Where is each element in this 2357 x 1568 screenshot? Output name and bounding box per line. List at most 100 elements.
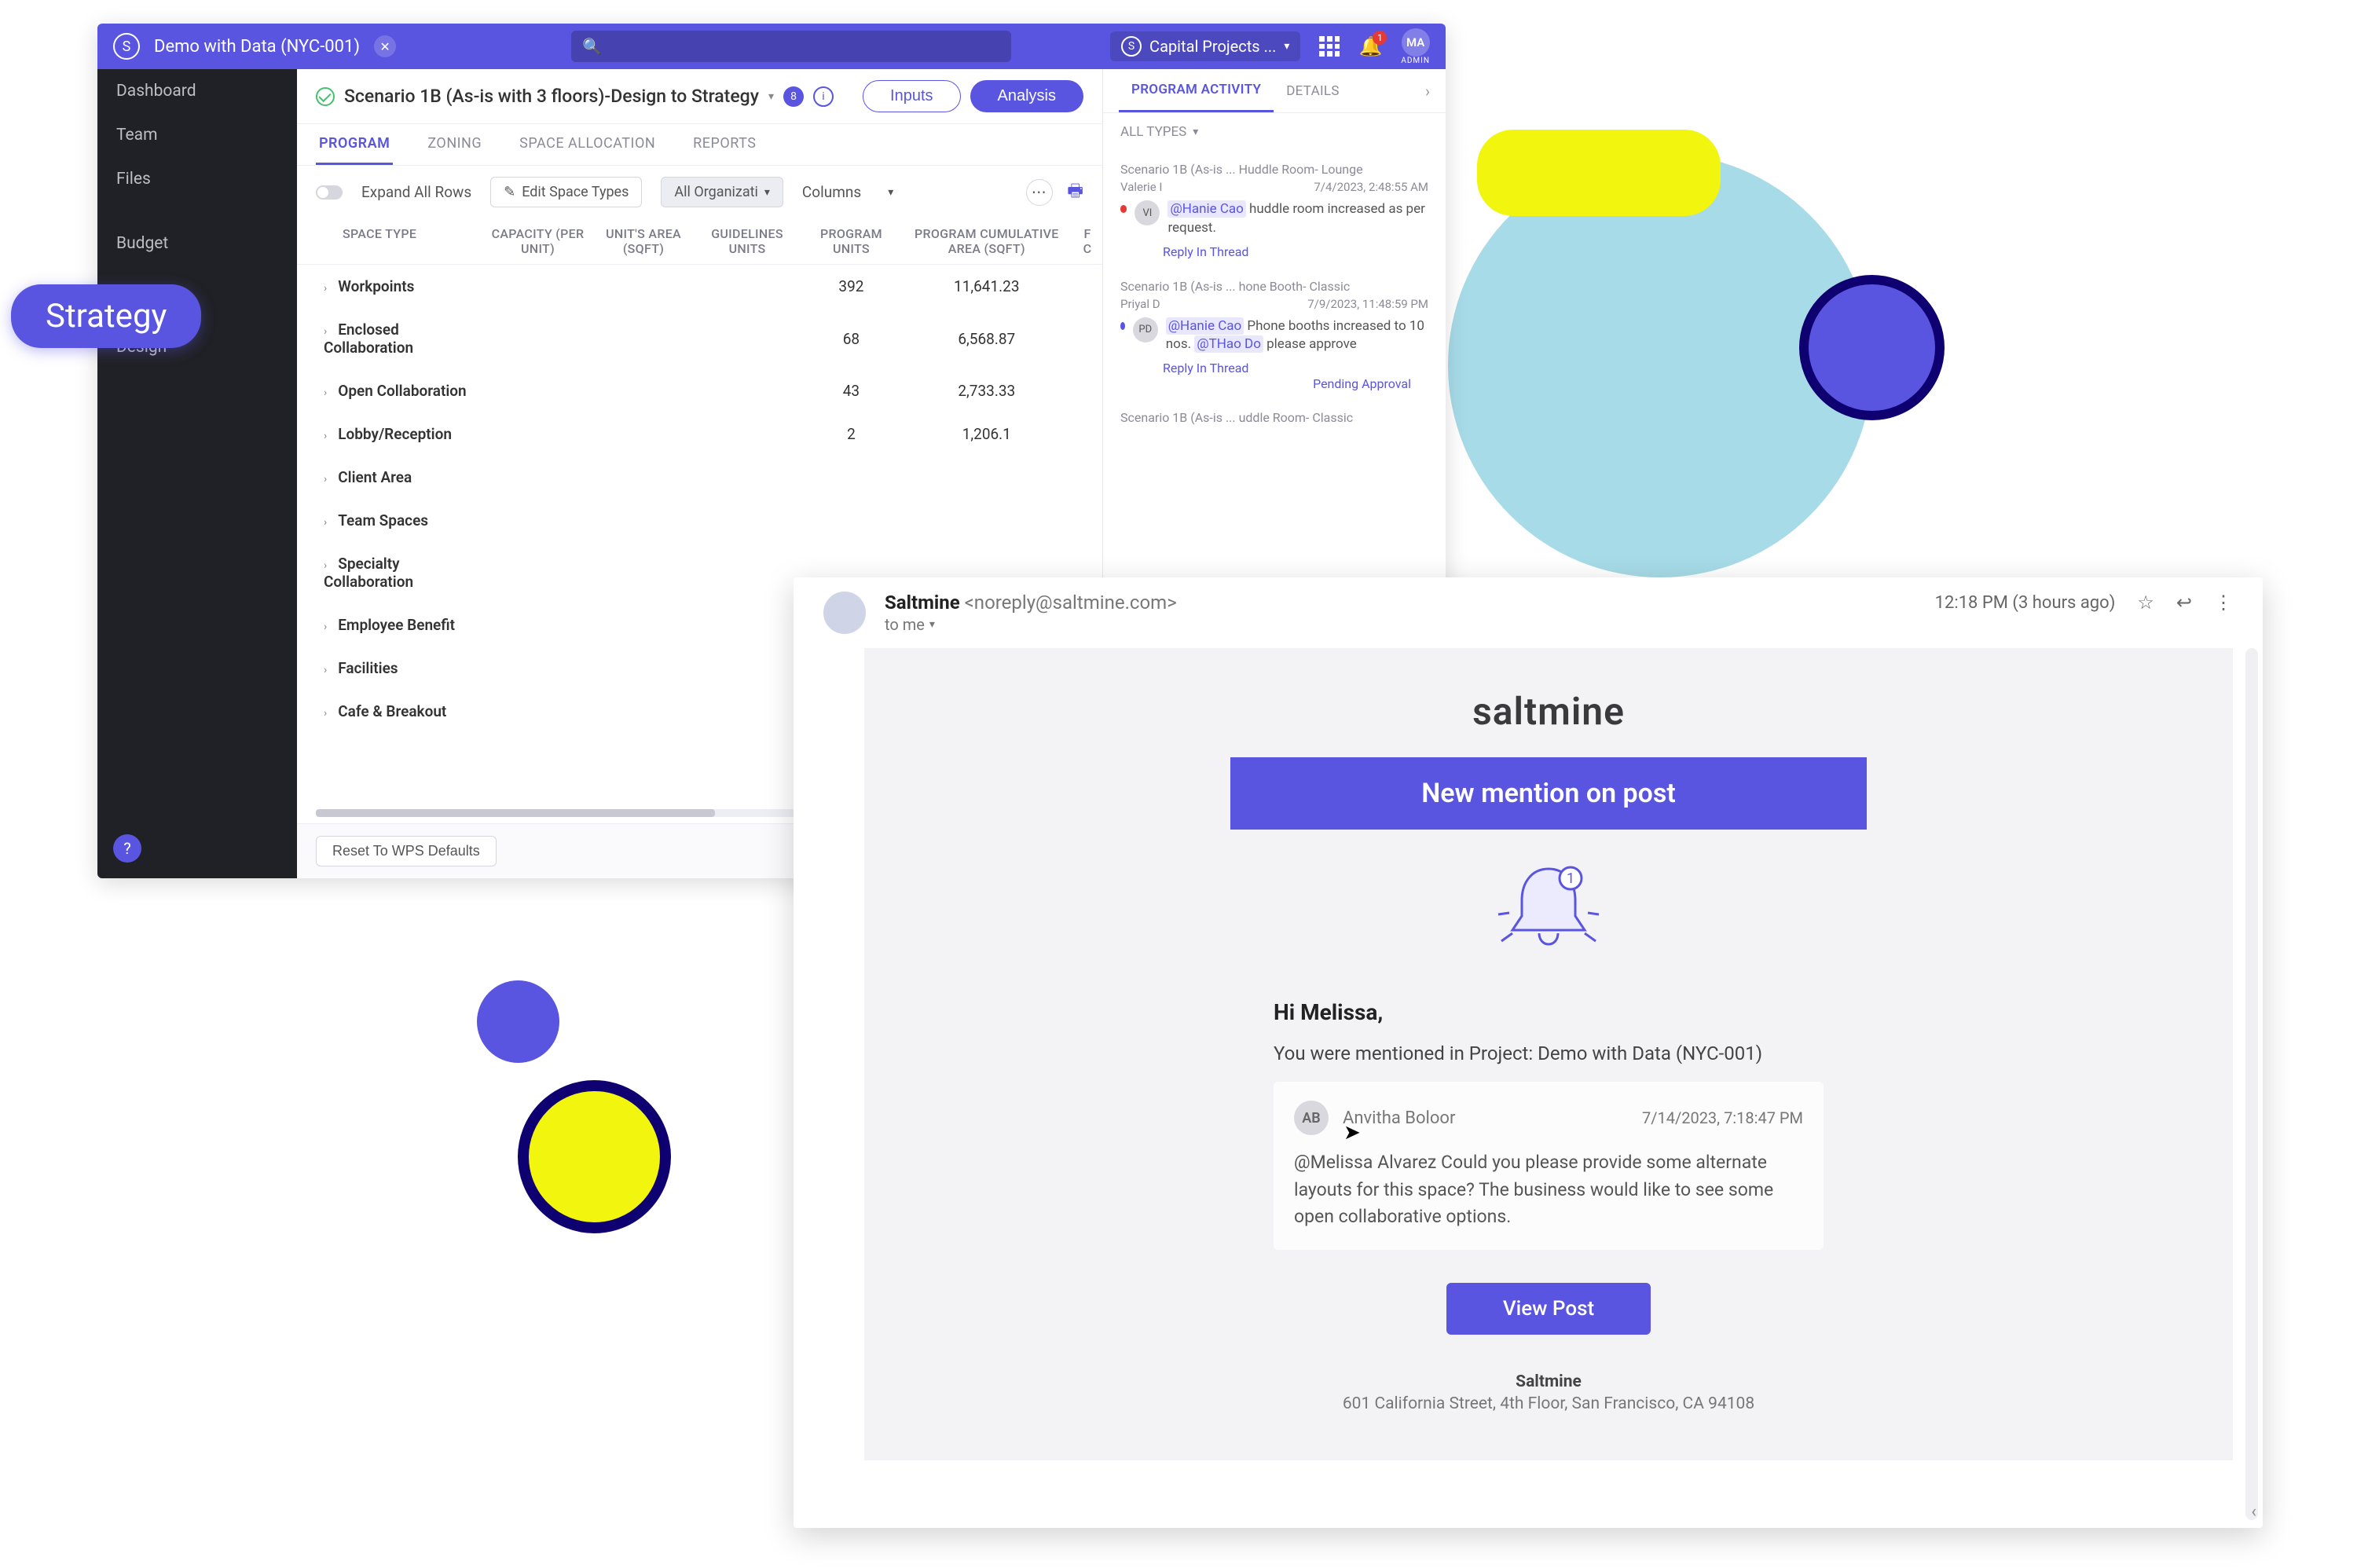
reply-in-thread-link[interactable]: Reply In Thread: [1163, 244, 1248, 259]
table-row[interactable]: ›Open Collaboration432,733.33: [297, 369, 1102, 412]
table-row[interactable]: ›Workpoints39211,641.23: [297, 265, 1102, 309]
deco-yellow-rect: [1477, 130, 1721, 216]
app-grid-icon[interactable]: [1319, 36, 1340, 57]
sender-avatar: [823, 592, 866, 634]
panel-scroll-right-icon[interactable]: ›: [1425, 82, 1430, 101]
chevron-down-icon[interactable]: ▾: [768, 90, 774, 103]
bell-illustration-icon: 1: [864, 830, 2233, 987]
expand-row-icon[interactable]: ›: [324, 516, 327, 529]
row-space-type: Enclosed Collaboration: [324, 321, 413, 357]
tab-space-allocation[interactable]: SPACE ALLOCATION: [516, 124, 658, 165]
email-timestamp: 12:18 PM (3 hours ago): [1935, 593, 2116, 613]
row-space-type: Cafe & Breakout: [338, 702, 446, 720]
email-from: Saltmine <noreply@saltmine.com>: [885, 592, 1177, 614]
info-icon[interactable]: i: [813, 86, 834, 107]
post-mention: @Melissa Alvarez: [1294, 1152, 1436, 1173]
scenario-title[interactable]: Scenario 1B (As-is with 3 floors)-Design…: [344, 86, 759, 107]
activity-avatar: VI: [1135, 200, 1160, 225]
row-program-units: 2: [801, 412, 900, 456]
scenario-count-badge[interactable]: 8: [783, 86, 804, 107]
expand-row-icon[interactable]: ›: [324, 282, 327, 295]
view-post-button[interactable]: View Post: [1446, 1283, 1651, 1335]
email-to-label: to me: [885, 615, 925, 634]
help-button[interactable]: ?: [113, 834, 141, 863]
expand-row-icon[interactable]: ›: [324, 473, 327, 485]
expand-row-icon[interactable]: ›: [324, 664, 327, 676]
expand-label: Expand All Rows: [361, 183, 471, 201]
project-title[interactable]: Demo with Data (NYC-001): [154, 37, 360, 57]
org-filter-dropdown[interactable]: All Organizati ▾: [661, 177, 783, 207]
search-icon: 🔍: [582, 37, 602, 56]
activity-card[interactable]: Scenario 1B (As-is ... uddle Room- Class…: [1103, 402, 1446, 439]
more-menu-icon[interactable]: ⋯: [1026, 179, 1053, 206]
activity-filter-label: ALL TYPES: [1120, 124, 1186, 140]
email-vertical-scrollbar[interactable]: [2245, 648, 2258, 1520]
star-icon[interactable]: ☆: [2137, 592, 2154, 614]
app-logo-icon[interactable]: S: [113, 33, 140, 60]
col-capacity: CAPACITY (PER UNIT): [482, 218, 595, 265]
email-post-card: AB Anvitha Boloor 7/14/2023, 7:18:47 PM …: [1274, 1082, 1824, 1250]
post-body: @Melissa Alvarez Could you please provid…: [1294, 1149, 1803, 1231]
expand-row-icon[interactable]: ›: [324, 430, 327, 442]
status-dot-icon: [1120, 205, 1127, 213]
activity-filter[interactable]: ALL TYPES ▾: [1103, 113, 1446, 151]
table-row[interactable]: › Client Area: [297, 456, 1102, 499]
row-program-units: 68: [801, 308, 900, 369]
expand-row-icon[interactable]: ›: [324, 621, 327, 633]
client-selector[interactable]: S Capital Projects ... ▾: [1110, 31, 1300, 61]
reset-button[interactable]: Reset To WPS Defaults: [316, 836, 497, 866]
table-row[interactable]: ›Lobby/Reception21,206.1: [297, 412, 1102, 456]
expand-row-icon[interactable]: ›: [324, 707, 327, 720]
search-input[interactable]: 🔍: [571, 31, 1011, 62]
app-topbar: S Demo with Data (NYC-001) ✕ 🔍 S Capital…: [97, 24, 1446, 69]
activity-message: @Hanie Cao huddle room increased as per …: [1168, 200, 1428, 238]
sidebar-item-files[interactable]: Files: [97, 157, 297, 201]
sidebar-item-budget[interactable]: Budget: [97, 222, 297, 266]
expand-toggle[interactable]: [316, 185, 343, 200]
edit-space-types-button[interactable]: ✎ Edit Space Types: [490, 177, 642, 207]
more-vert-icon[interactable]: ⋮: [2214, 592, 2233, 614]
table-row[interactable]: ›Team Spaces: [297, 499, 1102, 542]
user-avatar[interactable]: MA ADMIN: [1401, 28, 1430, 65]
tab-zoning[interactable]: ZONING: [424, 124, 485, 165]
activity-card[interactable]: Scenario 1B (As-is ... Huddle Room- Loun…: [1103, 154, 1446, 271]
footer-address: 601 California Street, 4th Floor, San Fr…: [1343, 1394, 1754, 1413]
expand-row-icon[interactable]: ›: [324, 325, 327, 338]
col-extra: F C: [1072, 218, 1102, 265]
sidebar-item-dashboard[interactable]: Dashboard: [97, 69, 297, 113]
table-row[interactable]: ›Enclosed Collaboration686,568.87: [297, 308, 1102, 369]
activity-card[interactable]: Scenario 1B (As-is ... hone Booth- Class…: [1103, 271, 1446, 403]
row-space-type: Specialty Collaboration: [324, 555, 413, 591]
row-space-type: Client Area: [338, 468, 412, 486]
tab-program-activity[interactable]: PROGRAM ACTIVITY: [1119, 69, 1274, 112]
print-icon[interactable]: 🖶: [1067, 178, 1083, 207]
chevron-down-icon[interactable]: ▾: [888, 186, 893, 199]
avatar-role: ADMIN: [1401, 57, 1430, 65]
activity-message: @Hanie Cao Phone booths increased to 10 …: [1166, 317, 1428, 355]
reply-in-thread-link[interactable]: Reply In Thread: [1163, 361, 1248, 376]
row-cum-area: [900, 456, 1072, 499]
email-to[interactable]: to me ▾: [885, 615, 1177, 634]
row-space-type: Employee Benefit: [338, 616, 455, 634]
row-program-units: 43: [801, 369, 900, 412]
row-program-units: [801, 499, 900, 542]
expand-row-icon[interactable]: ›: [324, 387, 327, 399]
notifications-icon[interactable]: 🔔1: [1358, 35, 1382, 57]
org-filter-label: All Organizati: [674, 184, 757, 200]
col-cum-area: PROGRAM CUMULATIVE AREA (SQFT): [900, 218, 1072, 265]
analysis-button[interactable]: Analysis: [970, 80, 1083, 112]
tab-reports[interactable]: REPORTS: [690, 124, 759, 165]
row-cum-area: 11,641.23: [900, 265, 1072, 309]
tab-program[interactable]: PROGRAM: [316, 124, 393, 165]
columns-label[interactable]: Columns: [802, 183, 861, 201]
email-greeting: Hi Melissa,: [1274, 987, 1824, 1038]
tab-details[interactable]: DETAILS: [1274, 71, 1352, 112]
email-prev-caret-icon[interactable]: ‹: [2251, 1502, 2256, 1522]
col-guideline-units: GUIDELINES UNITS: [693, 218, 802, 265]
inputs-button[interactable]: Inputs: [863, 80, 960, 112]
expand-row-icon[interactable]: ›: [324, 559, 327, 572]
close-project-icon[interactable]: ✕: [374, 35, 396, 57]
reply-icon[interactable]: ↩: [2176, 592, 2192, 614]
row-cum-area: [900, 499, 1072, 542]
sidebar-item-team[interactable]: Team: [97, 113, 297, 157]
